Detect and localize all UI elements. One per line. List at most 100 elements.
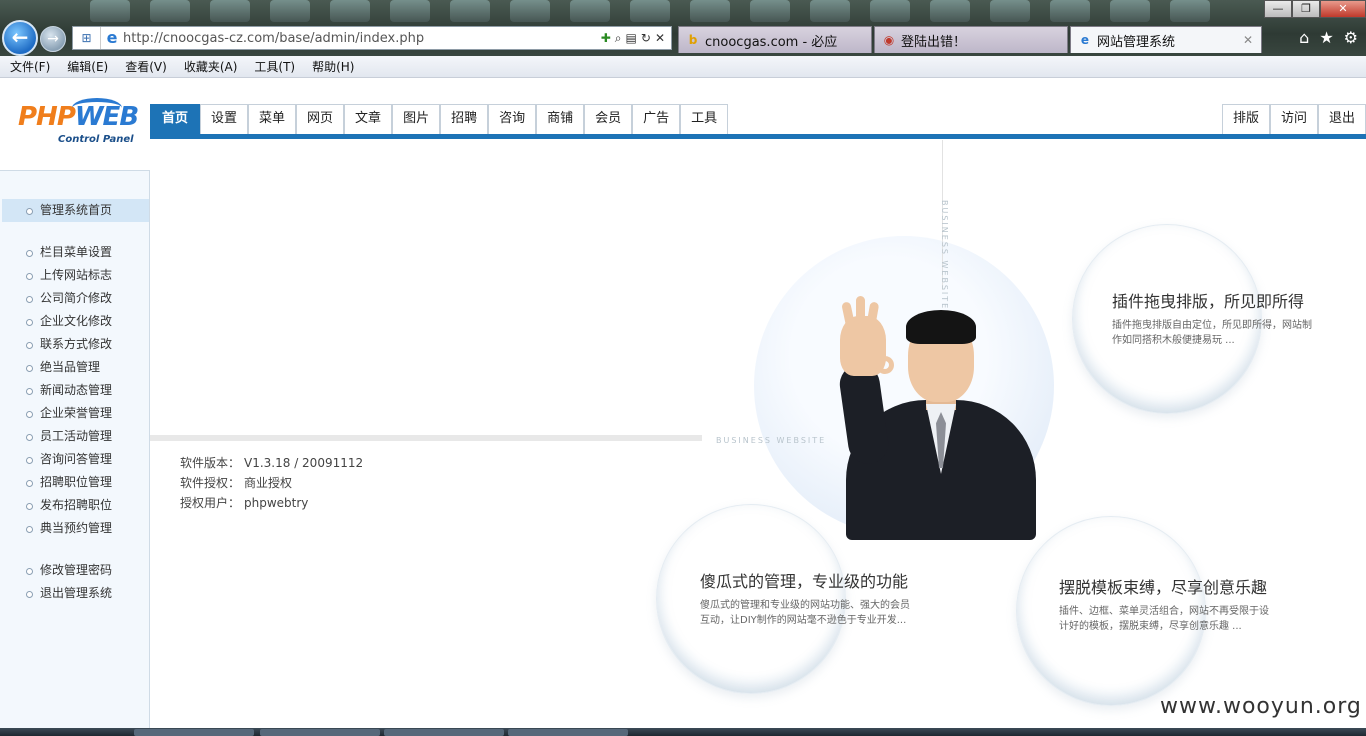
- sidebar-item-news[interactable]: 新闻动态管理: [0, 379, 149, 402]
- feature-title: 傻瓜式的管理，专业级的功能: [700, 572, 909, 591]
- close-icon[interactable]: ✕: [1320, 0, 1366, 18]
- sidebar: 管理系统首页 栏目菜单设置 上传网站标志 公司简介修改 企业文化修改 联系方式修…: [0, 170, 150, 728]
- browser-toolbar-right: ⌂ ★ ⚙: [1299, 28, 1358, 47]
- feature-desc: 插件、边框、菜单灵活组合，网站不再受限于设计好的模板，摆脱束缚，尽享创意乐趣 .…: [1059, 606, 1269, 632]
- nav-settings[interactable]: 设置: [200, 104, 249, 134]
- ie-icon: e: [1080, 33, 1090, 47]
- tab-label: 登陆出错！: [901, 34, 967, 50]
- watermark: www.wooyun.org: [1160, 694, 1362, 719]
- nav-underline: [150, 134, 1366, 139]
- sidebar-item-company-intro[interactable]: 公司简介修改: [0, 287, 149, 310]
- nav-members[interactable]: 会员: [584, 104, 633, 134]
- nav-logout[interactable]: 退出: [1317, 104, 1366, 134]
- taskbar-item[interactable]: [260, 729, 380, 736]
- sidebar-item-culture[interactable]: 企业文化修改: [0, 310, 149, 333]
- nav-menu[interactable]: 菜单: [248, 104, 297, 134]
- main-content: BUSINESS WEBSITE BUSINESS WEBSITE 软件版本： V…: [150, 140, 1366, 728]
- nav-articles[interactable]: 文章: [344, 104, 393, 134]
- menu-file[interactable]: 文件(F): [10, 58, 50, 75]
- nav-layout[interactable]: 排版: [1221, 104, 1270, 134]
- home-icon[interactable]: ⌂: [1299, 28, 1309, 47]
- sidebar-item-jobs[interactable]: 招聘职位管理: [0, 471, 149, 494]
- compat-view-icon[interactable]: ⊞: [73, 27, 101, 49]
- sidebar-item-pawn-booking[interactable]: 典当预约管理: [0, 517, 149, 540]
- desktop-icons-background: [90, 0, 1270, 24]
- minimize-icon[interactable]: —: [1264, 0, 1292, 18]
- forward-arrow-icon: →: [47, 31, 59, 47]
- nav-consult[interactable]: 咨询: [488, 104, 537, 134]
- phpweb-logo[interactable]: PHPWEB Control Panel: [18, 98, 139, 150]
- sidebar-item-staff-activities[interactable]: 员工活动管理: [0, 425, 149, 448]
- feature-free-templates: 摆脱模板束缚，尽享创意乐趣 插件、边框、菜单灵活组合，网站不再受限于设计好的模板…: [1059, 574, 1274, 634]
- tab-label: cnoocgas.com - 必应: [705, 34, 838, 50]
- sidebar-item-honors[interactable]: 企业荣誉管理: [0, 402, 149, 425]
- ie-icon: e: [106, 28, 118, 47]
- sidebar-group-content: 栏目菜单设置 上传网站标志 公司简介修改 企业文化修改 联系方式修改 绝当品管理…: [0, 241, 149, 540]
- nav-visit[interactable]: 访问: [1269, 104, 1318, 134]
- nav-pages[interactable]: 网页: [296, 104, 345, 134]
- forward-button[interactable]: →: [40, 26, 66, 52]
- feature-title: 摆脱模板束缚，尽享创意乐趣: [1059, 578, 1268, 597]
- logo-area: PHPWEB Control Panel: [0, 78, 150, 170]
- bing-icon: b: [688, 33, 698, 47]
- sidebar-item-contact[interactable]: 联系方式修改: [0, 333, 149, 356]
- sidebar-item-qa[interactable]: 咨询问答管理: [0, 448, 149, 471]
- close-tab-icon[interactable]: ✕: [1243, 33, 1253, 47]
- nav-images[interactable]: 图片: [392, 104, 441, 134]
- menu-bar: 文件(F) 编辑(E) 查看(V) 收藏夹(A) 工具(T) 帮助(H): [0, 56, 1366, 78]
- feature-simple-management: 傻瓜式的管理，专业级的功能 傻瓜式的管理和专业级的网站功能、强大的会员互动，让D…: [700, 568, 915, 628]
- sidebar-item-menu-settings[interactable]: 栏目菜单设置: [0, 241, 149, 264]
- logo-subtitle: Control Panel: [58, 134, 134, 145]
- sidebar-item-upload-logo[interactable]: 上传网站标志: [0, 264, 149, 287]
- address-bar[interactable]: ⊞ e http://cnoocgas-cz.com/base/admin/in…: [72, 26, 672, 50]
- nav-ads[interactable]: 广告: [632, 104, 681, 134]
- nav-tools[interactable]: 工具: [680, 104, 729, 134]
- sidebar-item-post-job[interactable]: 发布招聘职位: [0, 494, 149, 517]
- refresh-icon[interactable]: ↻: [641, 31, 651, 46]
- info-version: 软件版本： V1.3.18 / 20091112: [180, 456, 364, 470]
- tab-admin[interactable]: e 网站管理系统 ✕: [1070, 26, 1262, 53]
- menu-tools[interactable]: 工具(T): [254, 58, 295, 75]
- horizontal-divider: [150, 435, 702, 441]
- sidebar-item-pawn-goods[interactable]: 绝当品管理: [0, 356, 149, 379]
- vertical-deco-label: BUSINESS WEBSITE: [940, 200, 949, 311]
- sidebar-group-home: 管理系统首页: [0, 199, 149, 222]
- sidebar-item-admin-home[interactable]: 管理系统首页: [2, 199, 149, 222]
- taskbar-item[interactable]: [384, 729, 504, 736]
- feature-desc: 傻瓜式的管理和专业级的网站功能、强大的会员互动，让DIY制作的网站毫不逊色于专业…: [700, 600, 910, 626]
- add-icon[interactable]: ✚: [601, 31, 611, 46]
- nav-shop[interactable]: 商铺: [536, 104, 585, 134]
- software-info: 软件版本： V1.3.18 / 20091112 软件授权： 商业授权 授权用户： p…: [180, 454, 363, 514]
- sidebar-item-logout[interactable]: 退出管理系统: [0, 582, 149, 605]
- feature-desc: 插件拖曳排版自由定位，所见即所得，网站制作如同搭积木般便捷易玩 ...: [1112, 320, 1312, 346]
- maximize-icon[interactable]: ❐: [1292, 0, 1320, 18]
- error-page-icon: ◉: [883, 33, 895, 47]
- nav-home[interactable]: 首页: [150, 104, 200, 134]
- menu-favorites[interactable]: 收藏夹(A): [184, 58, 238, 75]
- tab-login-error[interactable]: ◉ 登陆出错！: [874, 26, 1068, 53]
- stop-icon[interactable]: ✕: [655, 31, 665, 46]
- menu-help[interactable]: 帮助(H): [312, 58, 354, 75]
- gear-icon[interactable]: ⚙: [1344, 28, 1358, 47]
- search-icon[interactable]: ⌕: [615, 31, 622, 46]
- top-navigation: 首页 设置 菜单 网页 文章 图片 招聘 咨询 商铺 会员 广告 工具: [150, 104, 729, 134]
- taskbar-item[interactable]: [508, 729, 628, 736]
- menu-edit[interactable]: 编辑(E): [67, 58, 108, 75]
- tab-bing[interactable]: b cnoocgas.com - 必应: [678, 26, 872, 53]
- favorites-star-icon[interactable]: ★: [1319, 28, 1333, 47]
- admin-page: PHPWEB Control Panel 首页 设置 菜单 网页 文章 图片 招…: [0, 78, 1366, 728]
- taskbar-item[interactable]: [134, 729, 254, 736]
- taskbar: [0, 728, 1366, 736]
- compat-icon[interactable]: ▤: [626, 31, 637, 46]
- nav-recruit[interactable]: 招聘: [440, 104, 489, 134]
- logo-swoosh-icon: [72, 98, 122, 118]
- menu-view[interactable]: 查看(V): [125, 58, 167, 75]
- window-controls: — ❐ ✕: [1264, 0, 1366, 18]
- back-button[interactable]: ←: [2, 20, 38, 56]
- horizontal-deco-label: BUSINESS WEBSITE: [716, 436, 827, 445]
- businessman-photo: [837, 296, 1040, 540]
- sidebar-item-change-password[interactable]: 修改管理密码: [0, 559, 149, 582]
- back-arrow-icon: ←: [11, 25, 29, 49]
- url-input[interactable]: http://cnoocgas-cz.com/base/admin/index.…: [123, 31, 601, 46]
- top-navigation-right: 排版 访问 退出: [1221, 104, 1366, 134]
